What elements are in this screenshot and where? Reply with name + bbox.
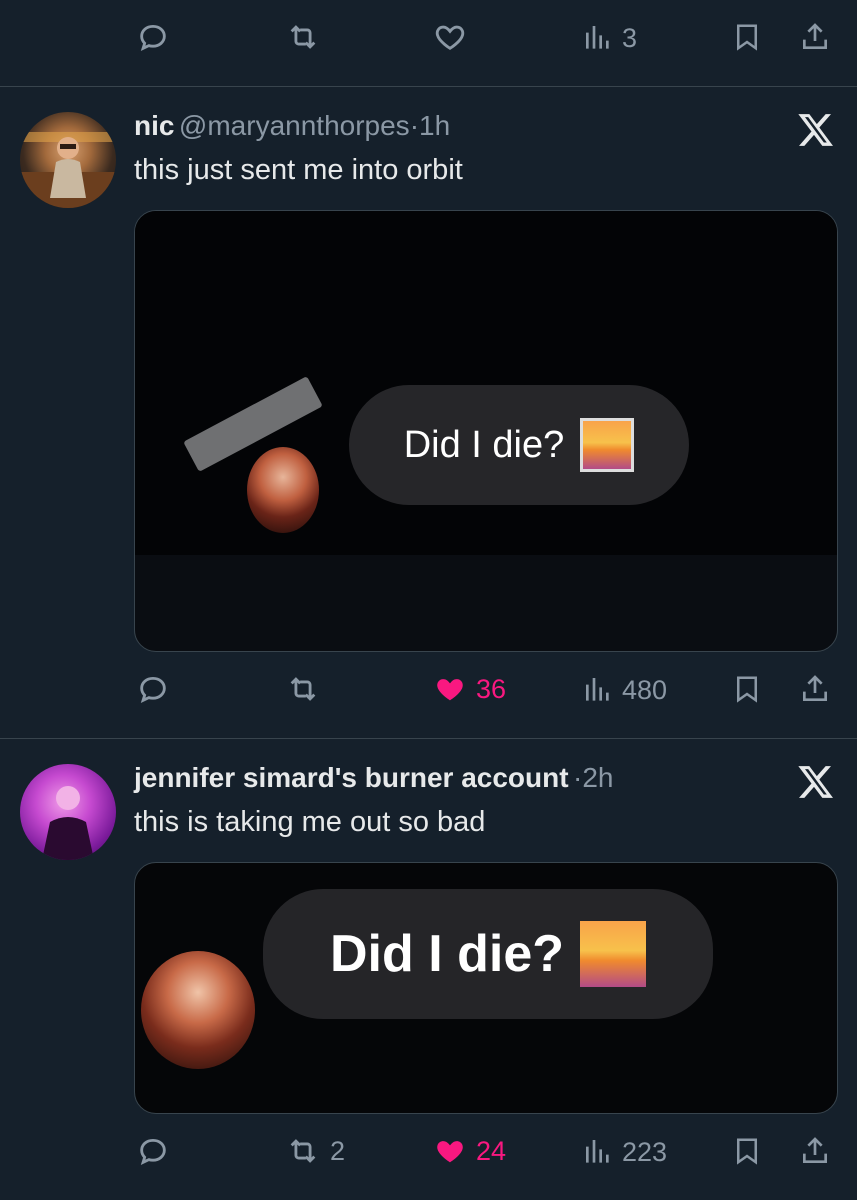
bubble-text: Did I die? — [403, 423, 565, 466]
tweet-header: nic @maryannthorpes·1h — [134, 110, 450, 142]
heart-filled-icon — [437, 679, 463, 701]
reply-icon — [140, 1138, 166, 1165]
bubble-text: Did I die? — [330, 925, 564, 983]
reply-button[interactable] — [136, 20, 170, 54]
tweet-text: this is taking me out so bad — [134, 806, 486, 838]
divider — [0, 86, 857, 87]
bubble-avatar — [247, 447, 319, 533]
retweet-icon — [290, 25, 316, 49]
separator: · — [409, 110, 420, 141]
message-bubble: Did I die? — [349, 385, 689, 505]
tweet-text: this just sent me into orbit — [134, 154, 463, 186]
x-logo-icon[interactable] — [796, 110, 836, 150]
separator: · — [573, 762, 583, 793]
retweet-count: 2 — [330, 1135, 346, 1166]
tweet-header: jennifer simard's burner account ·2h — [134, 762, 613, 794]
views-icon — [586, 26, 609, 49]
views-icon — [586, 678, 609, 701]
views-button[interactable]: 3 — [582, 22, 637, 54]
retweet-button[interactable] — [284, 20, 322, 54]
display-name[interactable]: jennifer simard's burner account — [134, 762, 569, 793]
share-icon — [803, 675, 827, 701]
bookmark-button[interactable] — [732, 672, 762, 706]
bookmark-button[interactable] — [732, 1134, 762, 1168]
handle[interactable]: @maryannthorpes — [179, 110, 410, 141]
timestamp[interactable]: 1h — [419, 110, 450, 141]
tweet-media[interactable]: Did I die? — [134, 862, 838, 1114]
reply-button[interactable] — [136, 672, 170, 706]
bookmark-icon — [737, 1138, 757, 1165]
reply-button[interactable] — [136, 1134, 170, 1168]
share-button[interactable] — [799, 20, 831, 54]
bookmark-icon — [737, 24, 757, 51]
like-button[interactable]: 24 — [432, 1134, 506, 1168]
bookmark-button[interactable] — [732, 20, 762, 54]
timestamp[interactable]: 2h — [582, 762, 613, 793]
sunrise-emoji-icon — [580, 418, 635, 472]
heart-icon — [435, 25, 465, 50]
like-count: 24 — [476, 1135, 507, 1166]
avatar[interactable] — [20, 112, 116, 208]
avatar-photo — [20, 132, 116, 208]
retweet-icon — [290, 677, 316, 701]
avatar-photo — [42, 786, 94, 860]
share-button[interactable] — [799, 1134, 831, 1168]
bookmark-icon — [737, 676, 757, 703]
retweet-button[interactable] — [284, 672, 330, 706]
bubble-avatar — [141, 951, 255, 1069]
tweet-media[interactable]: Did I die? — [134, 210, 838, 652]
retweet-icon — [290, 1139, 316, 1163]
sunrise-emoji-icon — [580, 921, 646, 987]
x-logo-icon[interactable] — [796, 762, 836, 802]
reply-icon — [140, 676, 166, 703]
share-icon — [803, 23, 827, 49]
reply-icon — [140, 24, 166, 51]
retweet-button[interactable]: 2 — [284, 1134, 345, 1168]
display-name[interactable]: nic — [134, 110, 174, 141]
views-button[interactable]: 480 — [582, 674, 667, 706]
divider — [0, 738, 857, 739]
share-button[interactable] — [799, 672, 831, 706]
views-count: 223 — [622, 1136, 668, 1167]
views-icon — [586, 1140, 609, 1163]
message-bubble: Did I die? — [263, 889, 713, 1019]
avatar[interactable] — [20, 764, 116, 860]
views-button[interactable]: 223 — [582, 1136, 667, 1168]
share-icon — [803, 1137, 827, 1163]
heart-filled-icon — [437, 1141, 463, 1163]
like-button[interactable] — [432, 20, 468, 54]
views-count: 480 — [622, 674, 668, 705]
like-button[interactable]: 36 — [432, 672, 506, 706]
views-count: 3 — [622, 22, 638, 53]
like-count: 36 — [476, 673, 507, 704]
